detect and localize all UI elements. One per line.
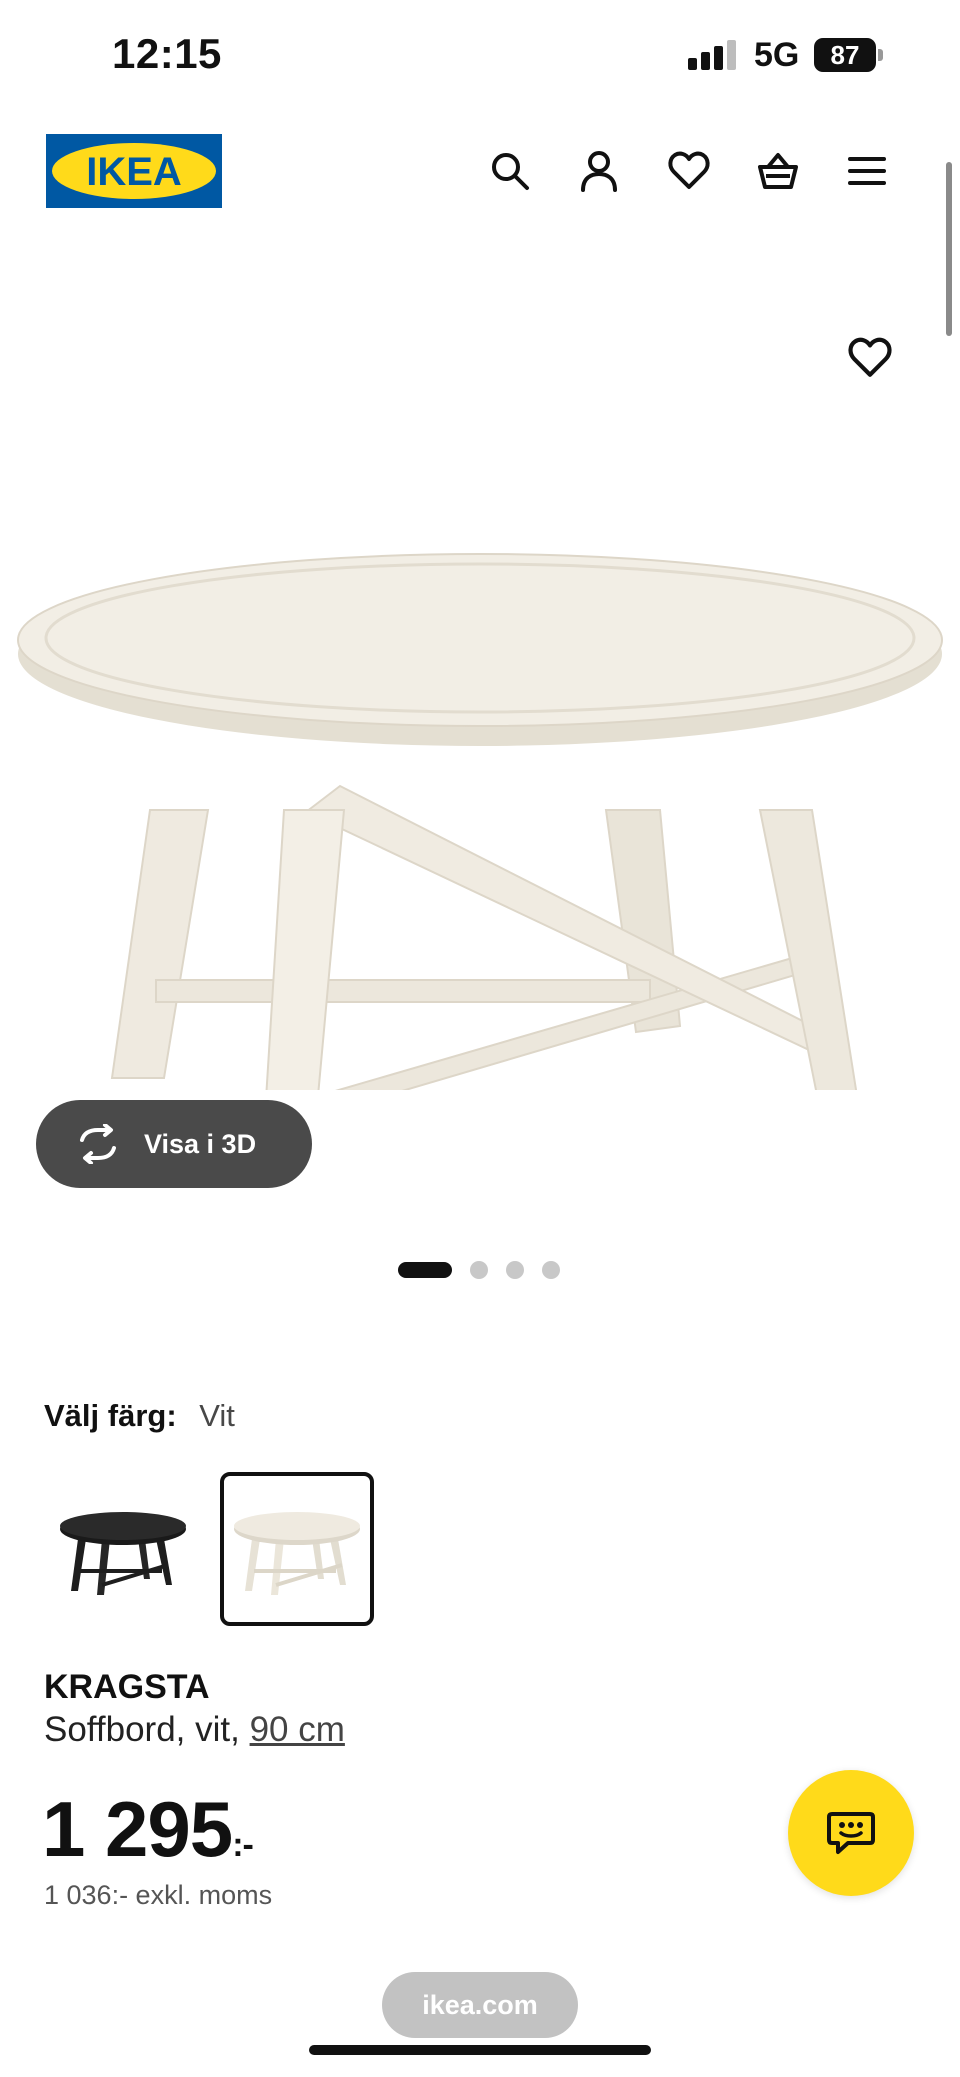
- product-gallery[interactable]: [0, 240, 960, 1100]
- cart-icon: [758, 153, 798, 189]
- account-icon: [581, 151, 617, 192]
- pager-dot[interactable]: [542, 1261, 560, 1279]
- pager-dot[interactable]: [506, 1261, 524, 1279]
- battery-icon: 87: [814, 38, 886, 72]
- pager-dot[interactable]: [470, 1261, 488, 1279]
- price-excluding-vat: 1 036:- exkl. moms: [44, 1880, 273, 1910]
- menu-icon: [848, 157, 886, 185]
- rotate-3d-icon: [80, 1124, 116, 1164]
- battery-level: 87: [814, 38, 876, 72]
- color-selector-heading: Välj färg: Vit: [44, 1398, 235, 1434]
- chat-icon: [827, 1812, 875, 1854]
- home-indicator[interactable]: [309, 2045, 651, 2055]
- product-size-link[interactable]: 90 cm: [250, 1710, 345, 1749]
- heart-icon: [668, 151, 710, 189]
- save-favorite-button[interactable]: [842, 330, 898, 386]
- battery-tip: [878, 49, 883, 61]
- color-swatch-white[interactable]: [220, 1472, 374, 1626]
- menu-button[interactable]: [842, 146, 892, 196]
- product-description: Soffbord, vit, 90 cm: [44, 1710, 345, 1750]
- favorites-button[interactable]: [664, 146, 714, 196]
- ikea-logo[interactable]: IKEA: [46, 134, 222, 208]
- status-time: 12:15: [112, 30, 222, 77]
- pager-dot-active[interactable]: [398, 1262, 452, 1278]
- network-label: 5G: [754, 36, 800, 74]
- image-pager: [398, 1260, 578, 1280]
- swatch-black-image: [60, 1512, 186, 1595]
- product-price: 1 295:-: [42, 1784, 254, 1875]
- status-bar: 12:15 5G 87: [0, 0, 960, 110]
- site-header: IKEA: [0, 120, 960, 220]
- search-button[interactable]: [485, 146, 535, 196]
- product-description-text: Soffbord, vit,: [44, 1710, 250, 1749]
- view-in-3d-label: Visa i 3D: [144, 1128, 257, 1159]
- selected-color: Vit: [199, 1398, 235, 1433]
- heart-icon: [848, 337, 892, 377]
- price-suffix: :-: [232, 1826, 254, 1864]
- search-icon: [492, 153, 529, 190]
- account-button[interactable]: [574, 146, 624, 196]
- product-name: KRAGSTA: [44, 1668, 210, 1706]
- cart-button[interactable]: [753, 146, 803, 196]
- swatch-white-image: [234, 1512, 360, 1595]
- color-swatch-black[interactable]: [46, 1472, 200, 1626]
- price-amount: 1 295: [42, 1785, 233, 1873]
- color-label: Välj färg:: [44, 1398, 177, 1433]
- chat-button[interactable]: [788, 1770, 914, 1896]
- signal-icon: [688, 40, 736, 70]
- browser-url-bar[interactable]: ikea.com: [382, 1972, 578, 2038]
- logo-text: IKEA: [86, 150, 182, 194]
- view-in-3d-button[interactable]: Visa i 3D: [36, 1100, 312, 1188]
- product-image[interactable]: [0, 390, 960, 1090]
